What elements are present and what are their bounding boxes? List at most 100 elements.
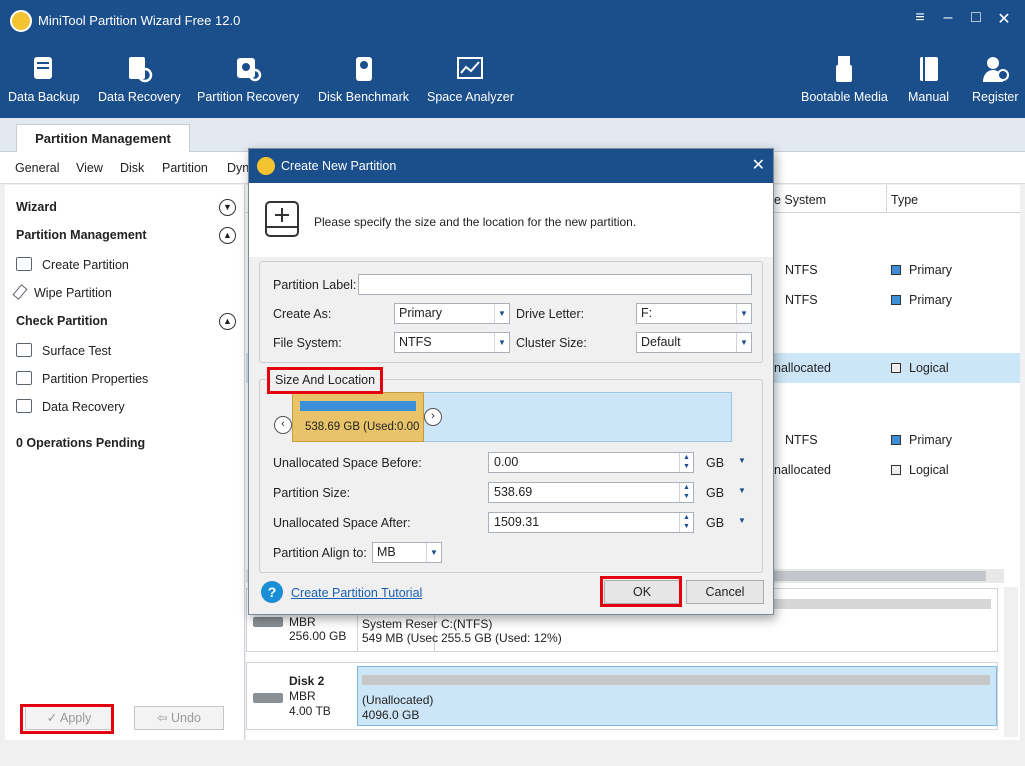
dialog-instruction: Please specify the size and the location… <box>314 215 637 229</box>
unallocated-before-label: Unallocated Space Before: <box>273 456 422 470</box>
disk-2-row[interactable]: Disk 2 MBR 4.00 TB (Unallocated) 4096.0 … <box>246 662 998 730</box>
chevron-right-icon: › <box>431 410 435 422</box>
wizard-header[interactable]: Wizard <box>16 200 57 214</box>
row-type: Primary <box>891 433 952 447</box>
cluster-size-select[interactable]: Default ▼ <box>636 332 752 353</box>
row-fs: NTFS <box>785 433 818 447</box>
surface-test-item[interactable]: Surface Test <box>16 343 111 358</box>
minimize-icon[interactable]: – <box>938 9 958 27</box>
chevron-up-icon[interactable]: ▲ <box>219 227 236 244</box>
help-icon[interactable]: ? <box>261 581 283 603</box>
file-system-column-header[interactable]: e System <box>774 193 826 207</box>
register-button[interactable]: Register <box>972 54 1019 104</box>
unallocated-after-label: Unallocated Space After: <box>273 516 411 530</box>
new-partition-block[interactable]: 538.69 GB (Used:0.00 <box>292 392 424 442</box>
spinner-icon[interactable]: ▲ ▼ <box>679 453 693 472</box>
menu-icon[interactable]: ≡ <box>910 9 930 27</box>
close-icon[interactable]: ✕ <box>994 9 1014 29</box>
menu-general[interactable]: General <box>15 161 59 175</box>
operations-pending: 0 Operations Pending <box>16 436 146 450</box>
check-partition-header[interactable]: Check Partition <box>16 314 108 328</box>
disk-2-type: MBR <box>289 689 316 703</box>
app-logo-icon <box>10 10 32 32</box>
bootable-media-label: Bootable Media <box>801 90 888 104</box>
space-analyzer-icon <box>457 57 484 79</box>
file-system-select[interactable]: NTFS ▼ <box>394 332 510 353</box>
properties-icon <box>16 371 32 385</box>
spinner-icon[interactable]: ▲ ▼ <box>679 513 693 532</box>
menu-partition[interactable]: Partition <box>162 161 208 175</box>
chevron-down-icon: ▼ <box>736 304 751 323</box>
size-location-group: ‹ 538.69 GB (Used:0.00 › Unallocated Spa… <box>259 379 763 573</box>
bootable-media-button[interactable]: Bootable Media <box>801 54 888 104</box>
partition-properties-item[interactable]: Partition Properties <box>16 371 148 386</box>
chevron-down-icon: ▼ <box>494 304 509 323</box>
partition-recovery-button[interactable]: Partition Recovery <box>197 54 299 104</box>
create-partition-icon <box>16 257 32 271</box>
scrollbar-thumb[interactable] <box>766 571 986 581</box>
unallocated-partition[interactable]: (Unallocated) 4096.0 GB <box>357 666 997 726</box>
disk-2-name: Disk 2 <box>289 674 325 688</box>
menu-disk[interactable]: Disk <box>120 161 144 175</box>
partition-recovery-label: Partition Recovery <box>197 90 300 104</box>
chevron-down-icon: ▼ <box>736 333 751 352</box>
chevron-down-icon[interactable]: ▼ <box>219 199 236 216</box>
chevron-down-icon: ▼ <box>494 333 509 352</box>
create-partition-item[interactable]: Create Partition <box>16 257 129 272</box>
tab-bar: Partition Management <box>0 118 1025 153</box>
partition-info: 4096.0 GB <box>362 708 420 722</box>
app-logo-icon <box>257 157 275 175</box>
space-analyzer-button[interactable]: Space Analyzer <box>427 54 514 104</box>
create-as-label: Create As: <box>273 307 332 321</box>
app-title: MiniTool Partition Wizard Free 12.0 <box>38 13 241 28</box>
partition-management-header[interactable]: Partition Management <box>16 228 147 242</box>
row-fs: NTFS <box>785 263 818 277</box>
unit-label: GB <box>706 486 725 500</box>
data-recovery-item[interactable]: Data Recovery <box>16 399 125 414</box>
move-left-button[interactable]: ‹ <box>274 416 292 434</box>
menu-view[interactable]: View <box>76 161 103 175</box>
move-right-button[interactable]: › <box>424 408 442 426</box>
drive-letter-select[interactable]: F: ▼ <box>636 303 752 324</box>
partition-name: C:(NTFS) <box>441 617 493 631</box>
undo-label: Undo <box>171 711 201 725</box>
spinner-icon[interactable]: ▲ ▼ <box>679 483 693 502</box>
left-panel: Wizard ▼ Partition Management ▲ Create P… <box>5 185 245 740</box>
partition-align-select[interactable]: MB ▼ <box>372 542 442 563</box>
disk-benchmark-button[interactable]: Disk Benchmark <box>318 54 409 104</box>
unit-dropdown-icon[interactable]: ▼ <box>738 486 746 495</box>
cluster-size-label: Cluster Size: <box>516 336 587 350</box>
unit-dropdown-icon[interactable]: ▼ <box>738 456 746 465</box>
unallocated-after-input[interactable]: 1509.31 ▲ ▼ <box>488 512 694 533</box>
register-label: Register <box>972 90 1019 104</box>
unallocated-before-input[interactable]: 0.00 ▲ ▼ <box>488 452 694 473</box>
data-recovery-button[interactable]: Data Recovery <box>98 54 181 104</box>
menu-dynamic[interactable]: Dyn <box>227 161 249 175</box>
register-icon <box>983 57 1010 82</box>
row-type: Primary <box>891 263 952 277</box>
vertical-scrollbar[interactable] <box>1004 587 1018 737</box>
unit-label: GB <box>706 516 725 530</box>
undo-button[interactable]: ⇦ Undo <box>134 706 224 730</box>
type-column-header[interactable]: Type <box>891 193 918 207</box>
dialog-title: Create New Partition <box>281 159 397 173</box>
unit-dropdown-icon[interactable]: ▼ <box>738 516 746 525</box>
chevron-up-icon[interactable]: ▲ <box>219 313 236 330</box>
disk-2-size: 4.00 TB <box>289 704 331 718</box>
close-icon[interactable]: ✕ <box>752 155 765 175</box>
partition-label-input[interactable] <box>358 274 752 295</box>
data-backup-button[interactable]: Data Backup <box>8 54 80 104</box>
tab-partition-management[interactable]: Partition Management <box>16 124 190 153</box>
partition-size-input[interactable]: 538.69 ▲ ▼ <box>488 482 694 503</box>
wipe-partition-label: Wipe Partition <box>34 286 112 300</box>
create-new-partition-dialog: Create New Partition ✕ Please specify th… <box>248 148 774 615</box>
cancel-button[interactable]: Cancel <box>686 580 764 604</box>
row-fs: nallocated <box>774 463 831 477</box>
create-partition-tutorial-link[interactable]: Create Partition Tutorial <box>291 586 422 600</box>
wipe-partition-item[interactable]: Wipe Partition <box>12 284 112 300</box>
maximize-icon[interactable]: □ <box>966 9 986 27</box>
manual-button[interactable]: Manual <box>908 54 949 104</box>
disk-benchmark-icon <box>355 57 372 81</box>
data-recovery-icon <box>129 57 153 83</box>
create-as-select[interactable]: Primary ▼ <box>394 303 510 324</box>
